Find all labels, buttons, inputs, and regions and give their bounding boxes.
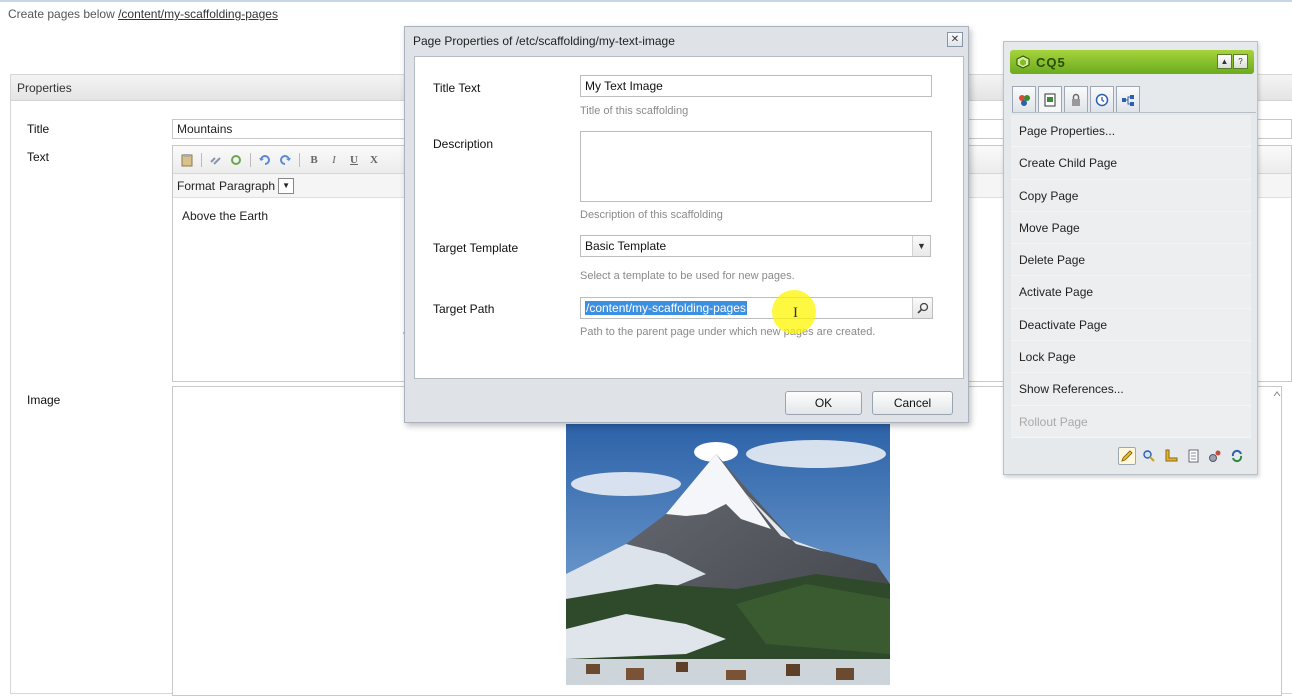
link-icon[interactable]: [208, 152, 224, 168]
dialog-title-bar[interactable]: Page Properties of /etc/scaffolding/my-t…: [405, 27, 968, 55]
target-template-select[interactable]: Basic Template ▼: [580, 235, 931, 257]
target-template-value: Basic Template: [585, 239, 667, 253]
sidekick-header[interactable]: CQ5 ▲ ?: [1010, 50, 1254, 74]
chevron-down-icon[interactable]: ▼: [278, 177, 295, 194]
page-icon[interactable]: [1038, 86, 1062, 112]
target-template-hint: Select a template to be used for new pag…: [580, 270, 795, 282]
ok-button[interactable]: OK: [785, 391, 862, 415]
text-cursor-icon: I: [793, 305, 798, 321]
target-path-value: /content/my-scaffolding-pages: [585, 301, 747, 315]
italic-icon[interactable]: I: [326, 152, 342, 168]
create-pages-link[interactable]: /content/my-scaffolding-pages: [118, 7, 278, 21]
target-path-label: Target Path: [433, 302, 495, 316]
mountain-image: [566, 424, 890, 685]
target-path-input[interactable]: /content/my-scaffolding-pages: [580, 297, 933, 319]
workflow-icon[interactable]: [1116, 86, 1140, 112]
menu-item-deactivate-page[interactable]: Deactivate Page: [1011, 308, 1251, 342]
target-template-label: Target Template: [433, 241, 519, 255]
format-label: Format: [177, 178, 216, 193]
toolbar-separator: [299, 152, 300, 167]
components-icon[interactable]: [1012, 86, 1036, 112]
anchor-icon[interactable]: [228, 152, 244, 168]
dialog-title: Page Properties of /etc/scaffolding/my-t…: [413, 34, 675, 48]
menu-item-activate-page[interactable]: Activate Page: [1011, 276, 1251, 309]
cancel-button[interactable]: Cancel: [872, 391, 953, 415]
sidekick-footer: [1010, 442, 1254, 470]
clear-format-icon[interactable]: X: [366, 152, 382, 168]
sidekick-menu: Page Properties... Create Child Page Cop…: [1011, 115, 1251, 438]
versioning-icon[interactable]: [1090, 86, 1114, 112]
page-properties-dialog: Page Properties of /etc/scaffolding/my-t…: [404, 26, 969, 423]
dialog-body: Title Text My Text Image Title of this s…: [414, 56, 964, 379]
help-icon[interactable]: ?: [1233, 54, 1248, 69]
bold-icon[interactable]: B: [306, 152, 322, 168]
format-value: Paragraph: [219, 178, 276, 193]
toolbar-separator: [250, 152, 251, 167]
document-icon[interactable]: [1184, 447, 1202, 465]
text-label: Text: [27, 150, 50, 164]
menu-item-move-page[interactable]: Move Page: [1011, 211, 1251, 245]
description-label: Description: [433, 137, 494, 151]
menu-item-show-references[interactable]: Show References...: [1011, 373, 1251, 406]
menu-item-copy-page[interactable]: Copy Page: [1011, 179, 1251, 212]
image-label: Image: [27, 393, 61, 407]
collapse-icon[interactable]: ▲: [1217, 54, 1232, 69]
close-icon[interactable]: ✕: [947, 32, 963, 47]
underline-icon[interactable]: U: [346, 152, 362, 168]
menu-item-delete-page[interactable]: Delete Page: [1011, 244, 1251, 277]
lock-icon[interactable]: [1064, 86, 1088, 112]
sidekick-panel: CQ5 ▲ ? Page Properties... Create Child …: [1003, 41, 1258, 475]
rte-content[interactable]: Above the Earth: [182, 209, 268, 223]
description-hint: Description of this scaffolding: [580, 209, 723, 221]
preview-magnifier-icon[interactable]: [1140, 447, 1158, 465]
description-textarea[interactable]: [580, 131, 932, 202]
title-text-input[interactable]: My Text Image: [580, 75, 932, 97]
menu-item-create-child-page[interactable]: Create Child Page: [1011, 147, 1251, 180]
menu-item-lock-page[interactable]: Lock Page: [1011, 341, 1251, 374]
paste-icon[interactable]: [179, 152, 195, 168]
create-pages-info: Create pages below /content/my-scaffoldi…: [8, 7, 278, 21]
chevron-down-icon[interactable]: ▼: [912, 236, 930, 256]
title-text-hint: Title of this scaffolding: [580, 105, 689, 117]
redo-icon[interactable]: [277, 152, 293, 168]
format-select[interactable]: Paragraph ▼: [219, 177, 295, 194]
sidekick-logo: CQ5: [1036, 54, 1066, 70]
target-path-hint: Path to the parent page under which new …: [580, 326, 876, 338]
settings-gear-icon[interactable]: [1206, 447, 1224, 465]
top-border: [0, 0, 1292, 2]
undo-icon[interactable]: [257, 152, 273, 168]
cq5-logo-icon: [1016, 55, 1030, 69]
menu-item-rollout-page: Rollout Page: [1011, 405, 1251, 438]
refresh-icon[interactable]: [1228, 447, 1246, 465]
sidekick-tabs: [1012, 86, 1256, 113]
title-label: Title: [27, 122, 50, 136]
menu-item-page-properties[interactable]: Page Properties...: [1011, 115, 1251, 148]
title-text-label: Title Text: [433, 81, 481, 95]
search-icon[interactable]: [912, 298, 932, 318]
create-pages-prefix: Create pages below: [8, 7, 119, 21]
scrollbar[interactable]: [1271, 387, 1281, 695]
design-ruler-icon[interactable]: [1162, 447, 1180, 465]
toolbar-separator: [201, 152, 202, 167]
edit-pencil-icon[interactable]: [1118, 447, 1136, 465]
sidekick-header-buttons: ▲ ?: [1217, 54, 1248, 69]
